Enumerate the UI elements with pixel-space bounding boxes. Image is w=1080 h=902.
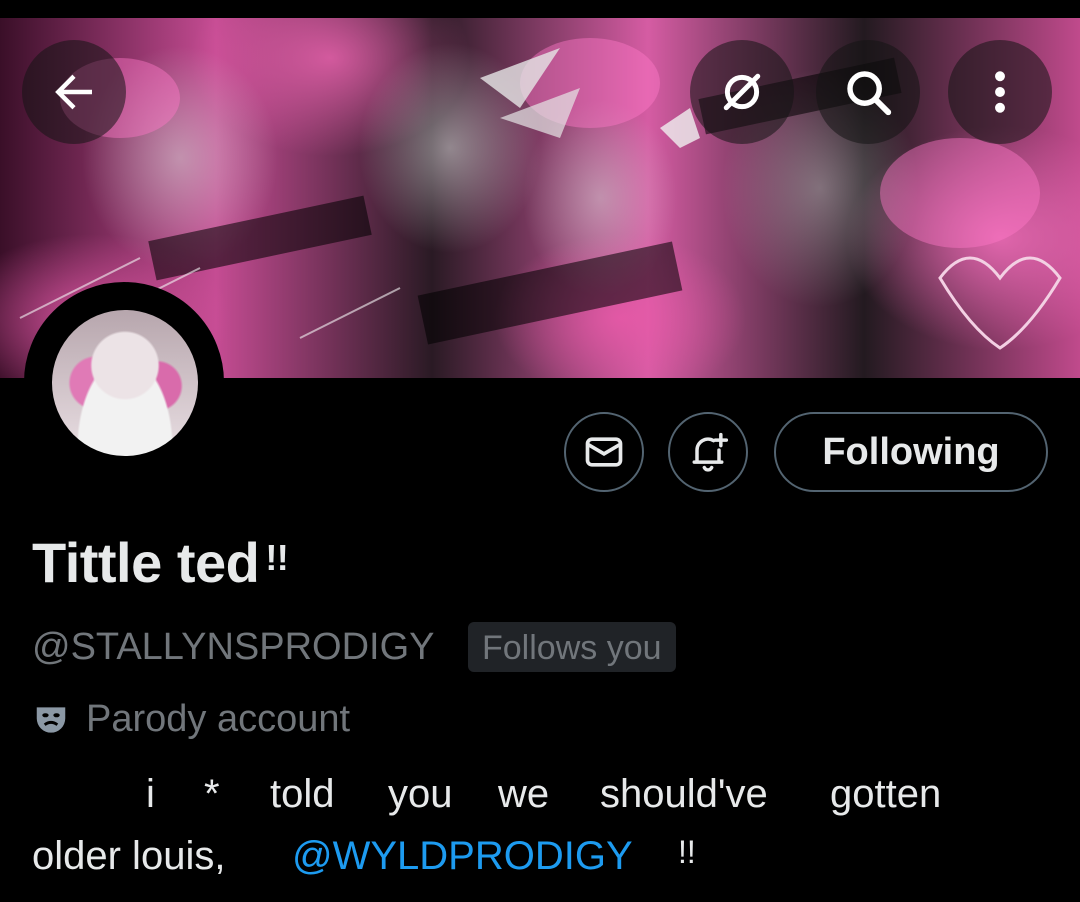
following-button[interactable]: Following: [774, 412, 1048, 492]
parody-account-label: Parody account: [86, 698, 351, 740]
bio-word: i: [146, 772, 155, 816]
profile-handle: @STALLYNSPRODIGY: [32, 626, 435, 668]
bio-word: gotten: [830, 772, 942, 816]
bell-plus-icon: [692, 432, 729, 472]
grok-slash-circle-icon: [723, 73, 761, 111]
grok-button[interactable]: [690, 40, 794, 144]
bio-line-2-suffix: !!: [678, 834, 696, 870]
more-options-button[interactable]: [948, 40, 1052, 144]
arrow-left-icon: [55, 74, 92, 110]
bio-word: should've: [600, 772, 768, 816]
following-button-label: Following: [822, 430, 1000, 473]
status-bar-strip: [0, 0, 1080, 18]
notifications-button[interactable]: [668, 412, 748, 492]
theater-mask-icon: [36, 706, 66, 733]
bio-word: we: [498, 772, 550, 816]
profile-display-name: Tittle ted!!: [32, 530, 289, 595]
search-icon: [847, 71, 892, 116]
search-button[interactable]: [816, 40, 920, 144]
display-name-suffix: !!: [265, 537, 289, 578]
bio-word: you: [388, 772, 453, 816]
bio-word: *: [204, 772, 220, 816]
bio-mention-link[interactable]: @WYLDPRODIGY: [292, 834, 633, 879]
mail-icon: [585, 437, 623, 467]
profile-avatar[interactable]: [24, 282, 224, 482]
display-name-text: Tittle ted: [32, 531, 260, 594]
message-button[interactable]: [564, 412, 644, 492]
parody-label-row: Parody account: [32, 698, 350, 741]
back-button[interactable]: [22, 40, 126, 144]
follows-you-badge: Follows you: [468, 622, 676, 672]
more-vertical-icon: [995, 71, 1005, 113]
avatar-image: [52, 310, 198, 456]
bio-line-2-text: older louis,: [32, 834, 226, 878]
bio-word: told: [270, 772, 335, 816]
